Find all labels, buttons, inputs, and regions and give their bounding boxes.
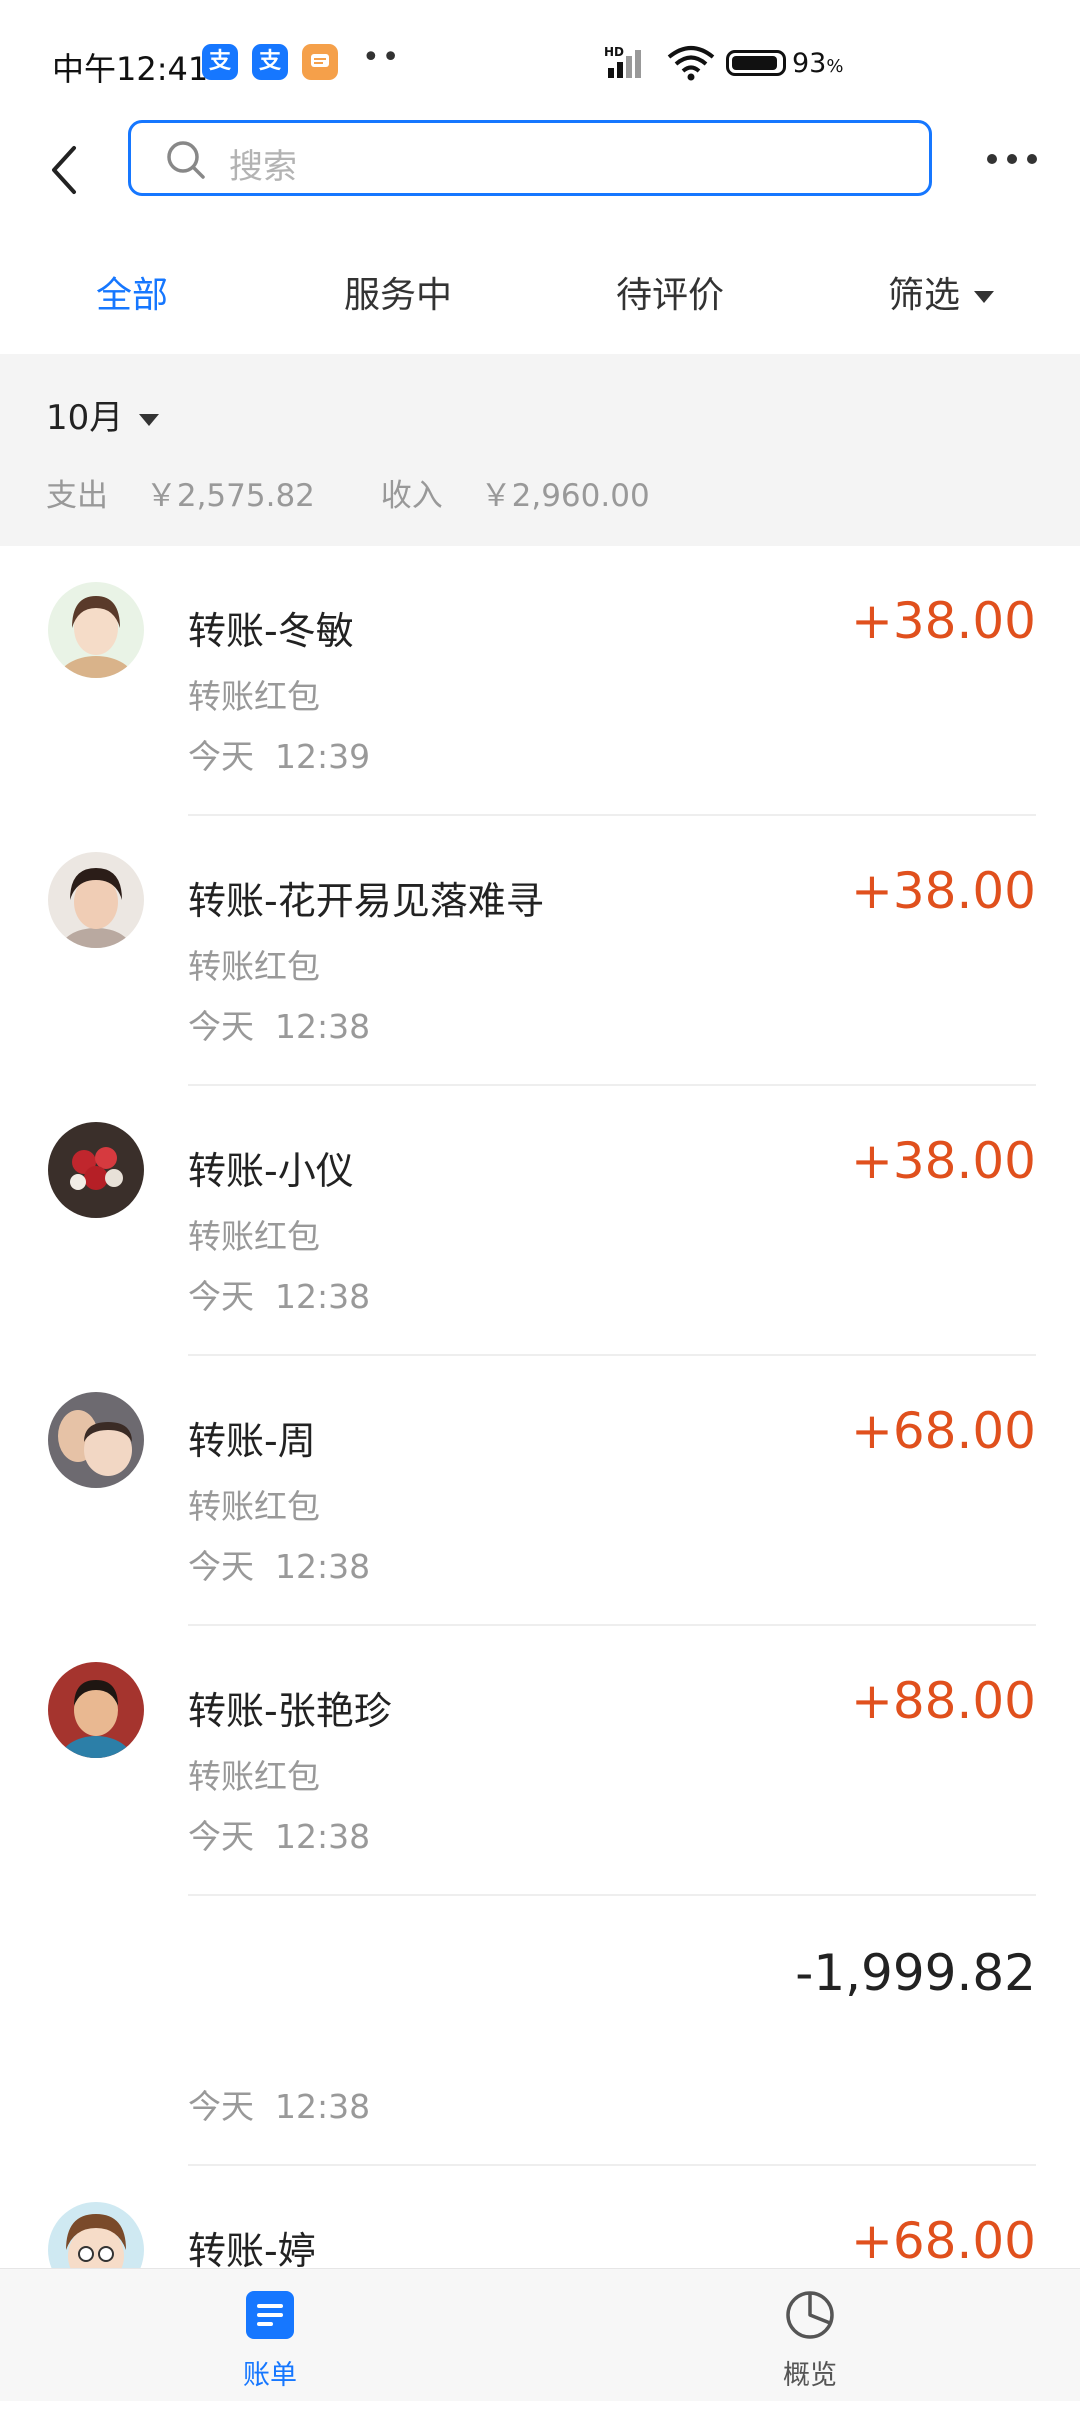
list-item[interactable]: 转账-小仪 转账红包 今天 12:38 +38.00 <box>0 1086 1080 1356</box>
search-input[interactable]: 搜索 <box>128 120 932 196</box>
more-dots-icon[interactable] <box>984 152 1040 166</box>
message-app-icon <box>302 44 338 80</box>
more-notifications-icon: •• <box>362 40 402 75</box>
tab-all[interactable]: 全部 <box>96 266 168 318</box>
expense-total: 支出 ￥2,575.82 <box>46 478 315 514</box>
transaction-time: 今天 12:38 <box>188 1547 371 1586</box>
list-item[interactable]: 转账-冬敏 转账红包 今天 12:39 +38.00 <box>0 546 1080 816</box>
pie-chart-icon <box>786 2291 834 2339</box>
filter-tabs: 全部 服务中 待评价 筛选 <box>0 240 1080 354</box>
search-icon <box>167 141 205 179</box>
nav-bill[interactable]: 账单 <box>170 2289 370 2392</box>
list-item[interactable]: 转账-张艳珍 转账红包 今天 12:38 +88.00 <box>0 1626 1080 1896</box>
month-summary: 10月 支出 ￥2,575.82 收入 ￥2,960.00 <box>0 354 1080 546</box>
back-arrow-icon[interactable] <box>40 130 90 210</box>
month-selector[interactable]: 10月 <box>46 390 160 439</box>
transaction-time: 今天 12:39 <box>188 737 371 776</box>
search-header: 搜索 <box>0 118 1080 238</box>
caret-down-icon <box>974 291 995 303</box>
nav-overview-label: 概览 <box>783 2360 837 2391</box>
transaction-time: 今天 12:38 <box>188 1817 371 1856</box>
transaction-title: 转账-周 <box>188 1419 316 1463</box>
battery-percent: 93% <box>792 48 844 79</box>
month-totals: 支出 ￥2,575.82 收入 ￥2,960.00 <box>46 470 706 515</box>
list-item[interactable]: 转账-周 转账红包 今天 12:38 +68.00 <box>0 1356 1080 1626</box>
search-placeholder: 搜索 <box>229 147 297 187</box>
avatar <box>48 1392 144 1488</box>
transaction-amount: +68.00 <box>850 1402 1036 1460</box>
transaction-title: 转账-冬敏 <box>188 609 354 653</box>
alipay-app-icon: 支 <box>202 44 238 80</box>
tab-filter-label: 筛选 <box>888 275 961 316</box>
transaction-amount: +38.00 <box>850 1132 1036 1190</box>
transaction-amount: +38.00 <box>850 862 1036 920</box>
nav-bill-label: 账单 <box>243 2360 297 2391</box>
transaction-type: 转账红包 <box>188 1487 320 1526</box>
status-time: 中午12:41 <box>52 50 209 88</box>
tab-pending-review[interactable]: 待评价 <box>616 266 724 318</box>
transaction-type: 转账红包 <box>188 1757 320 1796</box>
tab-filter[interactable]: 筛选 <box>888 266 995 318</box>
transaction-title: 转账-张艳珍 <box>188 1689 392 1733</box>
signal-icon: HD <box>604 45 641 78</box>
list-item[interactable]: 转账-花开易见落难寻 转账红包 今天 12:38 +38.00 <box>0 816 1080 1086</box>
transaction-amount: -1,999.82 <box>795 1944 1036 2002</box>
transaction-list: 转账-冬敏 转账红包 今天 12:39 +38.00 转账-花开易见落难寻 转账… <box>0 546 1080 2436</box>
transaction-time: 今天 12:38 <box>188 1007 371 1046</box>
transaction-title: 转账-花开易见落难寻 <box>188 879 544 923</box>
transaction-time: 今天 12:38 <box>188 2087 371 2126</box>
income-total: 收入 ￥2,960.00 <box>380 478 650 514</box>
network-type-label: HD <box>604 45 624 59</box>
bottom-nav: 账单 概览 <box>0 2268 1080 2401</box>
transaction-title: 转账-小仪 <box>188 1149 354 1193</box>
transaction-type: 转账红包 <box>188 947 320 986</box>
transaction-type: 转账红包 <box>188 1217 320 1256</box>
wifi-icon <box>667 46 715 81</box>
transaction-title: 转账-婷 <box>188 2229 316 2273</box>
nav-overview[interactable]: 概览 <box>710 2289 910 2392</box>
list-item[interactable]: 今天 12:38 -1,999.82 <box>0 1896 1080 2166</box>
transaction-time: 今天 12:38 <box>188 1277 371 1316</box>
transaction-amount: +68.00 <box>850 2212 1036 2270</box>
avatar <box>48 1122 144 1218</box>
transaction-amount: +38.00 <box>850 592 1036 650</box>
caret-down-icon <box>139 413 160 426</box>
battery-icon <box>726 50 786 76</box>
avatar <box>48 582 144 678</box>
month-label: 10月 <box>46 398 124 438</box>
bill-icon <box>246 2291 294 2339</box>
alipay-app-icon: 支 <box>252 44 288 80</box>
status-bar: 中午12:41 支 支 •• HD 93% <box>0 0 1080 118</box>
avatar <box>48 1662 144 1758</box>
transaction-type: 转账红包 <box>188 677 320 716</box>
avatar <box>48 852 144 948</box>
transaction-amount: +88.00 <box>850 1672 1036 1730</box>
tab-in-service[interactable]: 服务中 <box>344 266 452 318</box>
